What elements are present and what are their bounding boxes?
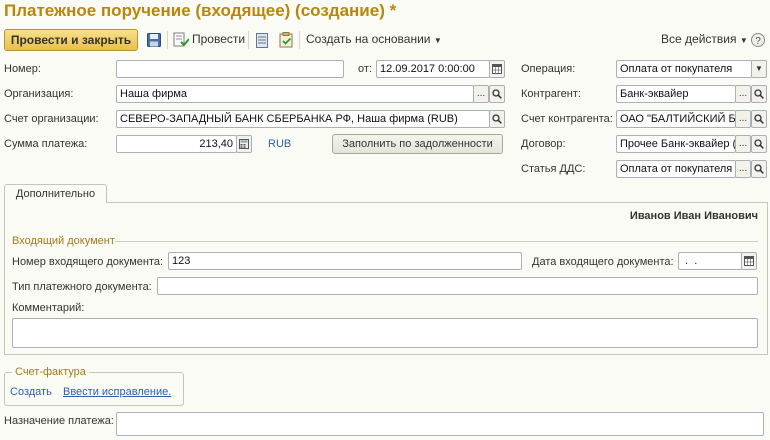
invoice-section-title: Счет-фактура	[12, 366, 89, 378]
post-and-close-button[interactable]: Провести и закрыть	[4, 29, 138, 51]
organization-label: Организация:	[4, 88, 74, 100]
dropdown-arrow-icon[interactable]: ▼	[751, 60, 767, 78]
incoming-number-label: Номер входящего документа:	[12, 256, 164, 268]
ellipsis-icon[interactable]: ...	[735, 160, 751, 178]
invoice-create-link[interactable]: Создать	[10, 386, 52, 398]
search-icon[interactable]	[751, 160, 767, 178]
counterparty-field[interactable]: Банк-эквайер	[616, 85, 736, 103]
create-based-on-label: Создать на основании	[306, 32, 431, 46]
counterparty-account-field[interactable]: ОАО "БАЛТИЙСКИЙ Б	[616, 110, 736, 128]
payment-purpose-label: Назначение платежа:	[4, 415, 114, 427]
post-button[interactable]: Провести	[192, 32, 245, 46]
tab-additional-label: Дополнительно	[15, 188, 96, 200]
amount-label: Сумма платежа:	[4, 138, 88, 150]
ellipsis-icon[interactable]: ...	[735, 135, 751, 153]
operation-label: Операция:	[521, 63, 576, 75]
incoming-document-section-title: Входящий документ	[12, 235, 115, 247]
organization-field[interactable]: Наша фирма	[116, 85, 474, 103]
section-divider	[115, 241, 758, 242]
page-title: Платежное поручение (входящее) (создание…	[4, 1, 397, 20]
comment-label: Комментарий:	[12, 302, 85, 314]
calendar-icon[interactable]	[489, 60, 505, 78]
post-icon[interactable]	[173, 32, 189, 48]
calendar-icon[interactable]	[741, 252, 757, 270]
save-icon[interactable]	[146, 32, 162, 48]
comment-field[interactable]	[12, 318, 758, 348]
responsible-name: Иванов Иван Иванович	[629, 210, 758, 222]
svg-text:?: ?	[755, 36, 761, 47]
search-icon[interactable]	[751, 135, 767, 153]
number-field[interactable]	[116, 60, 344, 78]
dds-item-label: Статья ДДС:	[521, 163, 586, 175]
dds-item-field[interactable]: Оплата от покупателя	[616, 160, 736, 178]
all-actions-label: Все действия	[661, 32, 737, 46]
amount-field[interactable]: 213,40	[116, 135, 237, 153]
incoming-date-label: Дата входящего документа:	[532, 256, 674, 268]
date-label: от:	[358, 63, 372, 75]
help-icon[interactable]: ?	[750, 32, 766, 48]
number-label: Номер:	[4, 63, 41, 75]
all-actions-menu[interactable]: Все действия ▼	[661, 32, 748, 46]
ellipsis-icon[interactable]: ...	[735, 110, 751, 128]
dropdown-arrow-icon: ▼	[739, 36, 748, 45]
date-field[interactable]: 12.09.2017 0:00:00	[376, 60, 490, 78]
journal-icon[interactable]	[254, 32, 270, 48]
enter-correction-link[interactable]: Ввести исправление.	[63, 386, 171, 398]
incoming-date-field[interactable]: . .	[678, 252, 742, 270]
org-account-field[interactable]: СЕВЕРО-ЗАПАДНЫЙ БАНК СБЕРБАНКА РФ, Наша …	[116, 110, 490, 128]
tab-additional[interactable]: Дополнительно	[4, 184, 107, 203]
contract-field[interactable]: Прочее Банк-эквайер (	[616, 135, 736, 153]
search-icon[interactable]	[489, 110, 505, 128]
currency-link[interactable]: RUB	[268, 138, 291, 150]
ellipsis-icon[interactable]: ...	[735, 85, 751, 103]
create-based-on-menu[interactable]: Создать на основании ▼	[306, 32, 442, 46]
fill-by-debt-button[interactable]: Заполнить по задолженности	[332, 134, 503, 154]
ellipsis-icon[interactable]: ...	[473, 85, 489, 103]
payment-doc-type-field[interactable]	[157, 277, 758, 295]
incoming-number-field[interactable]: 123	[168, 252, 522, 270]
contract-label: Договор:	[521, 138, 566, 150]
payment-purpose-field[interactable]	[116, 412, 764, 436]
counterparty-label: Контрагент:	[521, 88, 581, 100]
counterparty-account-label: Счет контрагента:	[521, 113, 613, 125]
search-icon[interactable]	[751, 110, 767, 128]
calculator-icon[interactable]	[236, 135, 252, 153]
dropdown-arrow-icon: ▼	[433, 36, 442, 45]
payment-doc-type-label: Тип платежного документа:	[12, 281, 152, 293]
org-account-label: Счет организации:	[4, 113, 99, 125]
operation-field[interactable]: Оплата от покупателя	[616, 60, 752, 78]
search-icon[interactable]	[489, 85, 505, 103]
clipboard-check-icon[interactable]	[278, 32, 294, 48]
search-icon[interactable]	[751, 85, 767, 103]
